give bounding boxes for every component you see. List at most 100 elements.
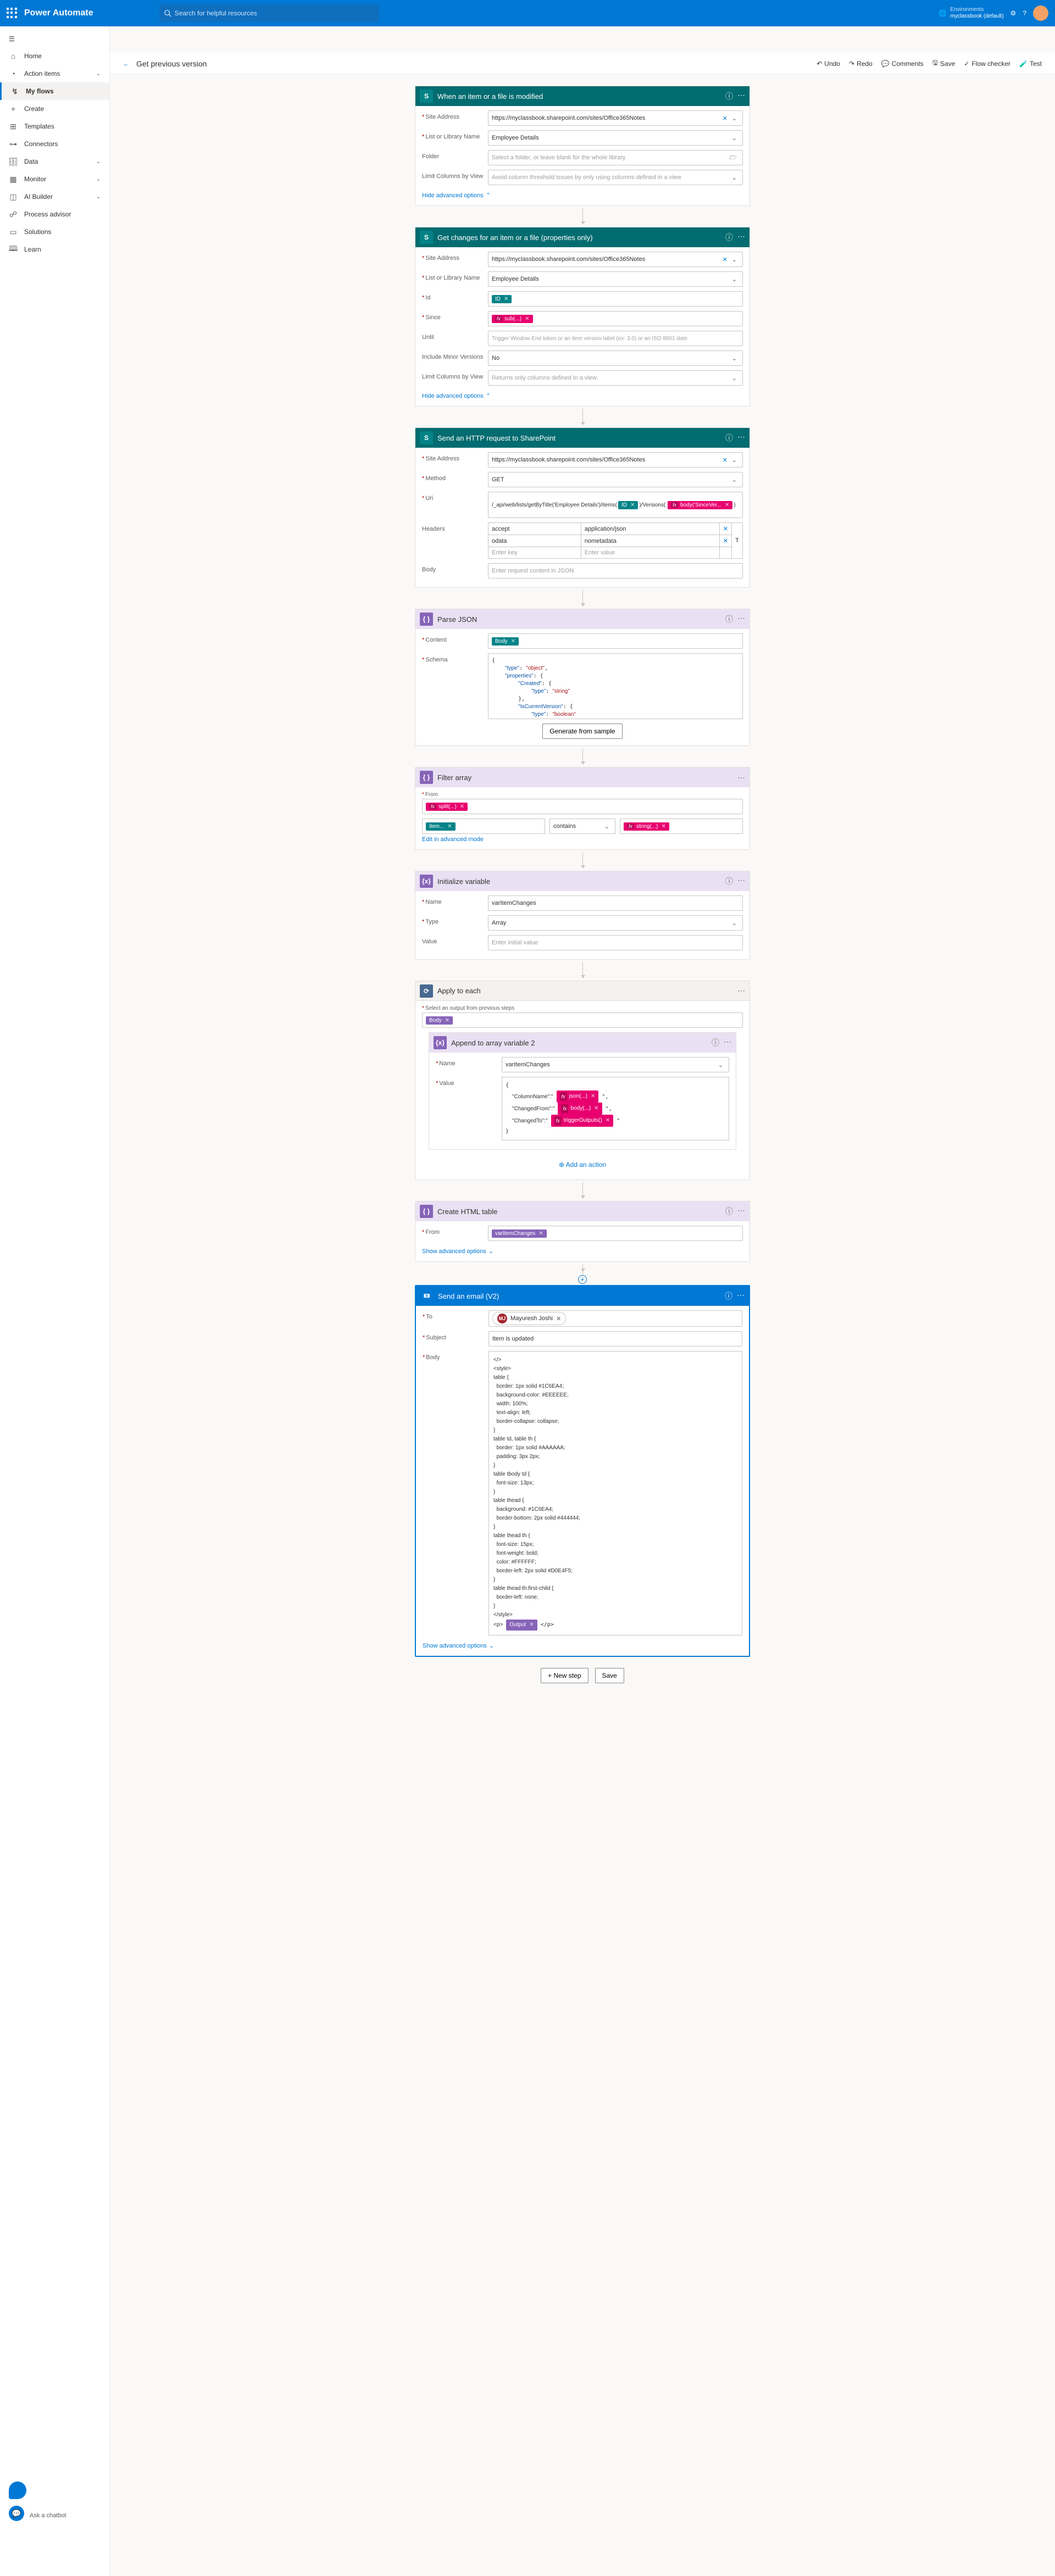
undo-button[interactable]: ↶ Undo bbox=[817, 58, 840, 69]
card-header[interactable]: {x} Append to array variable 2 ⓘ⋯ bbox=[429, 1033, 736, 1053]
string-token[interactable]: fxstring(...)✕ bbox=[624, 822, 669, 831]
info-icon[interactable]: ⓘ bbox=[725, 876, 733, 887]
filter-left-field[interactable]: item...✕ bbox=[422, 819, 545, 834]
minor-versions-field[interactable]: No⌄ bbox=[488, 350, 743, 366]
help-icon[interactable]: ? bbox=[1023, 9, 1026, 17]
card-header[interactable]: S Get changes for an item or a file (pro… bbox=[415, 227, 749, 247]
arrow-connector[interactable] bbox=[582, 409, 583, 425]
clear-icon[interactable]: ✕ bbox=[720, 457, 730, 464]
id-token[interactable]: ID✕ bbox=[492, 295, 512, 303]
since-token[interactable]: fxsub(...)✕ bbox=[492, 315, 533, 323]
chevron-down-icon[interactable]: ⌄ bbox=[730, 135, 739, 142]
arrow-connector[interactable] bbox=[582, 1182, 583, 1199]
settings-icon[interactable]: ⚙ bbox=[1010, 9, 1017, 17]
nav-data[interactable]: 🗄Data⌄ bbox=[0, 153, 109, 170]
card-header[interactable]: 📧 Send an email (V2) ⓘ⋯ bbox=[416, 1286, 749, 1306]
clear-icon[interactable]: ✕ bbox=[720, 115, 730, 122]
folder-picker-icon[interactable]: 🗁 bbox=[727, 153, 739, 163]
subject-field[interactable]: Item is updated bbox=[488, 1331, 742, 1347]
var-name-field[interactable]: varItemChanges⌄ bbox=[502, 1057, 729, 1072]
card-header[interactable]: S When an item or a file is modified ⓘ⋯ bbox=[415, 86, 749, 106]
body-token[interactable]: Body✕ bbox=[426, 1016, 453, 1025]
generate-sample-button[interactable]: Generate from sample bbox=[542, 724, 622, 739]
add-action-button[interactable]: ⊕ Add an action bbox=[422, 1154, 743, 1175]
from-field[interactable]: varItemChanges✕ bbox=[488, 1226, 743, 1241]
ask-chatbot-label[interactable]: Ask a chatbot bbox=[30, 2512, 66, 2519]
chevron-down-icon[interactable]: ⌄ bbox=[730, 375, 739, 382]
chevron-down-icon[interactable]: ⌄ bbox=[730, 115, 739, 122]
card-header[interactable]: ⟳ Apply to each ⋯ bbox=[415, 981, 749, 1001]
chatbot-icon[interactable]: 💬 bbox=[9, 2506, 24, 2521]
save-flow-button[interactable]: Save bbox=[595, 1668, 624, 1683]
email-body-field[interactable]: </> <style> table { border: 1px solid #1… bbox=[488, 1351, 742, 1635]
nav-solutions[interactable]: ▭Solutions bbox=[0, 223, 109, 241]
more-icon[interactable]: ⋯ bbox=[737, 986, 745, 995]
recipient-pill[interactable]: MJMayuresh Joshi✕ bbox=[492, 1312, 566, 1325]
json-token[interactable]: fxjson(...)✕ bbox=[557, 1091, 599, 1103]
body-token[interactable]: fxbody(...)✕ bbox=[558, 1103, 602, 1115]
body-token[interactable]: Body✕ bbox=[492, 637, 519, 646]
body-field[interactable]: Enter request content in JSON bbox=[488, 563, 743, 578]
method-field[interactable]: GET⌄ bbox=[488, 472, 743, 487]
uri-field[interactable]: /_api/web/lists/getByTitle('Employee Det… bbox=[488, 492, 743, 518]
chevron-down-icon[interactable]: ⌄ bbox=[730, 457, 739, 464]
more-icon[interactable]: ⋯ bbox=[724, 1037, 731, 1048]
new-step-button[interactable]: + New step bbox=[541, 1668, 588, 1683]
arrow-connector[interactable] bbox=[582, 590, 583, 607]
chatbot-bubble-icon[interactable] bbox=[9, 2482, 26, 2499]
nav-monitor[interactable]: ▦Monitor⌄ bbox=[0, 170, 109, 188]
card-header[interactable]: {x} Initialize variable ⓘ⋯ bbox=[415, 871, 749, 891]
clear-icon[interactable]: ✕ bbox=[720, 256, 730, 263]
nav-learn[interactable]: 🕮Learn bbox=[0, 241, 109, 258]
info-icon[interactable]: ⓘ bbox=[725, 1206, 733, 1217]
var-value-field[interactable]: Enter initial value bbox=[488, 935, 743, 950]
card-header[interactable]: { } Filter array ⋯ bbox=[415, 767, 749, 787]
nav-action-items[interactable]: ◔Action items⌄ bbox=[0, 65, 109, 82]
folder-field[interactable]: Select a folder, or leave blank for the … bbox=[488, 150, 743, 165]
comments-button[interactable]: 💬 Comments bbox=[881, 58, 924, 69]
list-name-field[interactable]: Employee Details⌄ bbox=[488, 130, 743, 146]
nav-ai-builder[interactable]: ◫AI Builder⌄ bbox=[0, 188, 109, 205]
info-icon[interactable]: ⓘ bbox=[725, 232, 733, 243]
list-name-field[interactable]: Employee Details⌄ bbox=[488, 271, 743, 287]
clear-icon[interactable]: ✕ bbox=[719, 523, 731, 535]
nav-create[interactable]: +Create bbox=[0, 100, 109, 118]
id-field[interactable]: ID✕ bbox=[488, 291, 743, 307]
until-field[interactable]: Trigger Window End token or an item vers… bbox=[488, 331, 743, 346]
hide-advanced-link[interactable]: Hide advanced options ⌃ bbox=[422, 190, 743, 201]
site-address-field[interactable]: https://myclassbook.sharepoint.com/sites… bbox=[488, 110, 743, 126]
info-icon[interactable]: ⓘ bbox=[725, 91, 733, 102]
nav-templates[interactable]: ⊞Templates bbox=[0, 118, 109, 135]
id-token[interactable]: ID✕ bbox=[618, 501, 638, 509]
var-name-field[interactable]: varItemChanges bbox=[488, 895, 743, 911]
more-icon[interactable]: ⋯ bbox=[737, 232, 745, 243]
flow-checker-button[interactable]: ✓ Flow checker bbox=[964, 58, 1010, 69]
arrow-connector[interactable] bbox=[582, 962, 583, 978]
arrow-connector[interactable] bbox=[582, 852, 583, 869]
nav-toggle[interactable]: ☰ bbox=[0, 31, 109, 47]
show-advanced-link[interactable]: Show advanced options ⌄ bbox=[422, 1245, 743, 1257]
from-field[interactable]: fxsplit(...)✕ bbox=[422, 799, 743, 814]
filter-condition-field[interactable]: contains⌄ bbox=[549, 819, 615, 834]
since-field[interactable]: fxsub(...)✕ bbox=[488, 311, 743, 326]
site-address-field[interactable]: https://myclassbook.sharepoint.com/sites… bbox=[488, 252, 743, 267]
to-field[interactable]: MJMayuresh Joshi✕ bbox=[488, 1310, 742, 1327]
chevron-down-icon[interactable]: ⌄ bbox=[730, 256, 739, 263]
filter-right-field[interactable]: fxstring(...)✕ bbox=[620, 819, 743, 834]
text-mode-icon[interactable]: T bbox=[732, 523, 743, 559]
info-icon[interactable]: ⓘ bbox=[725, 432, 733, 443]
arrow-connector[interactable] bbox=[582, 1264, 583, 1272]
edit-advanced-link[interactable]: Edit in advanced mode bbox=[422, 834, 743, 845]
info-icon[interactable]: ⓘ bbox=[725, 1290, 732, 1301]
trigger-token[interactable]: fxtriggerOutputs()✕ bbox=[551, 1115, 613, 1127]
back-button[interactable]: ← bbox=[123, 60, 130, 68]
show-advanced-link[interactable]: Show advanced options ⌄ bbox=[423, 1640, 742, 1651]
test-button[interactable]: 🧪 Test bbox=[1019, 58, 1042, 69]
chevron-down-icon[interactable]: ⌄ bbox=[730, 355, 739, 362]
search-input[interactable]: Search for helpful resources bbox=[159, 4, 379, 22]
chevron-down-icon[interactable]: ⌄ bbox=[716, 1061, 725, 1069]
nav-process-advisor[interactable]: ☍Process advisor bbox=[0, 205, 109, 223]
schema-field[interactable]: { "type": "object", "properties": { "Cre… bbox=[488, 653, 743, 719]
hide-advanced-link[interactable]: Hide advanced options ⌃ bbox=[422, 390, 743, 402]
site-address-field[interactable]: https://myclassbook.sharepoint.com/sites… bbox=[488, 452, 743, 468]
